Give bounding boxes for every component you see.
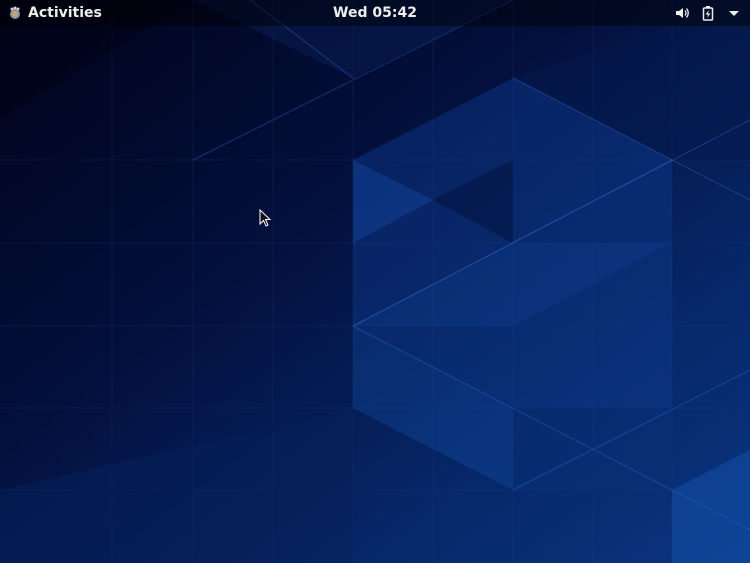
clock-container: Wed 05:42	[0, 0, 750, 26]
volume-icon	[676, 8, 689, 18]
activities-button[interactable]: Activities	[8, 0, 102, 26]
gnome-foot-icon	[10, 6, 20, 19]
top-bar: Activities Wed 05:42	[0, 0, 750, 26]
battery-charging-icon	[702, 6, 714, 21]
desktop[interactable]: Activities Wed 05:42	[0, 0, 750, 563]
chevron-down-icon	[729, 11, 739, 16]
wallpaper	[0, 0, 750, 563]
clock[interactable]: Wed 05:42	[333, 5, 417, 21]
system-status-area[interactable]	[674, 0, 742, 26]
activities-label: Activities	[28, 5, 102, 21]
mouse-pointer-icon	[259, 209, 271, 227]
